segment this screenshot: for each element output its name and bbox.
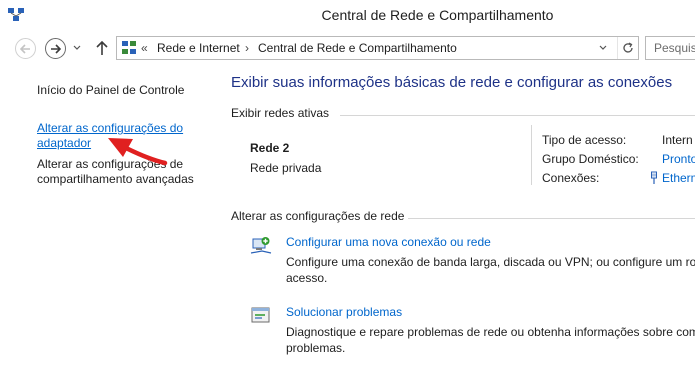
red-annotation-arrow-icon bbox=[108, 138, 168, 166]
